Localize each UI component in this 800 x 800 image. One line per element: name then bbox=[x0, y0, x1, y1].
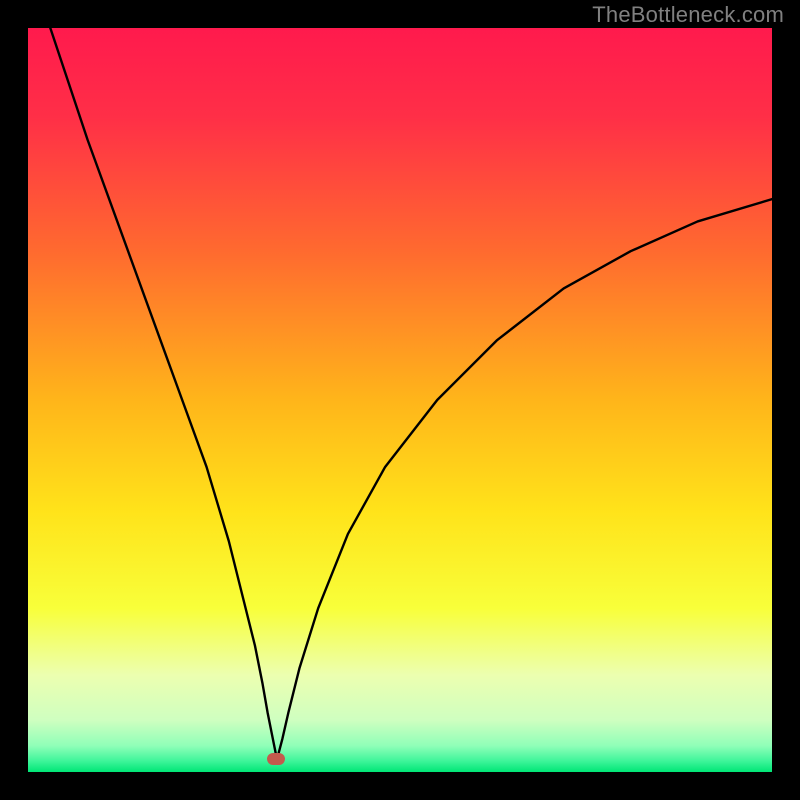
plot-area bbox=[28, 28, 772, 772]
optimal-point-marker bbox=[267, 753, 285, 765]
bottleneck-curve bbox=[28, 28, 772, 772]
watermark-text: TheBottleneck.com bbox=[592, 2, 784, 28]
chart-frame: TheBottleneck.com bbox=[0, 0, 800, 800]
